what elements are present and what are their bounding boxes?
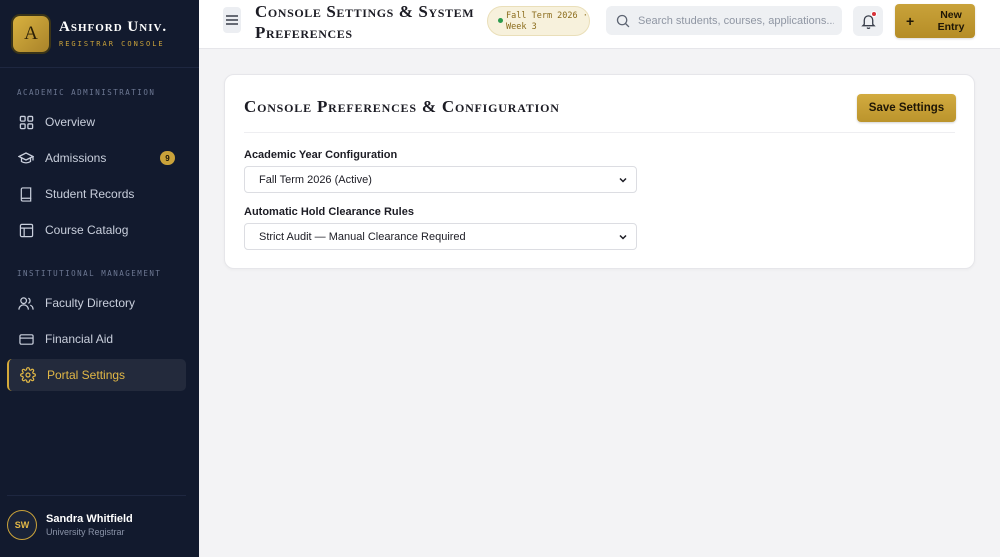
hold-clearance-label: Automatic Hold Clearance Rules xyxy=(244,206,414,218)
hamburger-icon xyxy=(226,15,238,25)
avatar: SW xyxy=(7,509,37,540)
grid-icon xyxy=(18,114,34,130)
chevron-down-icon xyxy=(619,177,627,183)
book-icon xyxy=(18,186,34,202)
credit-card-icon xyxy=(18,331,34,347)
user-profile[interactable]: SW Sandra Whitfield University Registrar xyxy=(7,495,186,543)
brand-subtitle: REGISTRAR CONSOLE xyxy=(59,40,165,48)
section-label-institutional: INSTITUTIONAL MANAGEMENT xyxy=(17,269,162,278)
chevron-down-icon xyxy=(619,234,627,240)
sidebar-item-faculty-directory[interactable]: Faculty Directory xyxy=(7,287,186,319)
term-label: Fall Term 2026 · Week 3 xyxy=(506,11,588,32)
academic-year-select[interactable]: Fall Term 2026 (Active) xyxy=(244,166,637,193)
search-bar[interactable]: Search students, courses, applications..… xyxy=(606,6,842,35)
sidebar-item-label: Course Catalog xyxy=(45,223,129,237)
admissions-count-badge: 9 xyxy=(160,151,175,165)
new-entry-button[interactable]: + New Entry xyxy=(895,4,975,38)
sidebar-item-label: Faculty Directory xyxy=(45,296,136,310)
user-role: University Registrar xyxy=(46,526,125,537)
divider xyxy=(244,132,955,133)
plus-icon: + xyxy=(906,13,915,29)
sidebar-item-portal-settings[interactable]: Portal Settings xyxy=(7,359,186,391)
save-settings-button[interactable]: Save Settings xyxy=(857,94,956,122)
sidebar: A Ashford Univ. REGISTRAR CONSOLE ACADEM… xyxy=(0,0,199,557)
sidebar-item-admissions[interactable]: Admissions 9 xyxy=(7,142,186,174)
search-icon xyxy=(616,14,630,27)
hold-clearance-select[interactable]: Strict Audit — Manual Clearance Required xyxy=(244,223,637,250)
settings-card: Console Preferences & Configuration Save… xyxy=(224,74,975,269)
sidebar-item-course-catalog[interactable]: Course Catalog xyxy=(7,214,186,246)
brand-logo: A xyxy=(13,15,49,52)
term-status-pill: Fall Term 2026 · Week 3 xyxy=(487,6,590,36)
sidebar-item-overview[interactable]: Overview xyxy=(7,106,186,138)
settings-card-title: Console Preferences & Configuration xyxy=(244,97,560,116)
notification-dot xyxy=(871,11,877,17)
search-input[interactable]: Search students, courses, applications..… xyxy=(638,15,834,27)
status-dot-icon xyxy=(498,18,503,23)
user-name: Sandra Whitfield xyxy=(46,512,133,525)
sidebar-item-label: Student Records xyxy=(45,187,135,201)
users-icon xyxy=(18,295,34,311)
layout-icon xyxy=(18,222,34,238)
new-entry-label: New Entry xyxy=(937,9,965,33)
topbar: Console Settings & System Preferences Fa… xyxy=(199,0,1000,49)
sidebar-item-financial-aid[interactable]: Financial Aid xyxy=(7,323,186,355)
sidebar-item-label: Portal Settings xyxy=(47,368,126,382)
brand[interactable]: A Ashford Univ. REGISTRAR CONSOLE xyxy=(0,0,199,68)
academic-year-value: Fall Term 2026 (Active) xyxy=(259,173,372,186)
graduation-cap-icon xyxy=(18,150,34,166)
page-title: Console Settings & System Preferences xyxy=(255,2,475,42)
section-label-academic: ACADEMIC ADMINISTRATION xyxy=(17,88,156,97)
sidebar-item-label: Admissions xyxy=(45,151,107,165)
sidebar-item-student-records[interactable]: Student Records xyxy=(7,178,186,210)
sidebar-item-label: Overview xyxy=(45,115,96,129)
hold-clearance-value: Strict Audit — Manual Clearance Required xyxy=(259,230,466,243)
menu-toggle-button[interactable] xyxy=(223,7,241,33)
brand-name: Ashford Univ. xyxy=(59,19,168,35)
gear-icon xyxy=(20,367,36,383)
academic-year-label: Academic Year Configuration xyxy=(244,149,398,161)
sidebar-item-label: Financial Aid xyxy=(45,332,114,346)
notifications-button[interactable] xyxy=(853,6,883,36)
